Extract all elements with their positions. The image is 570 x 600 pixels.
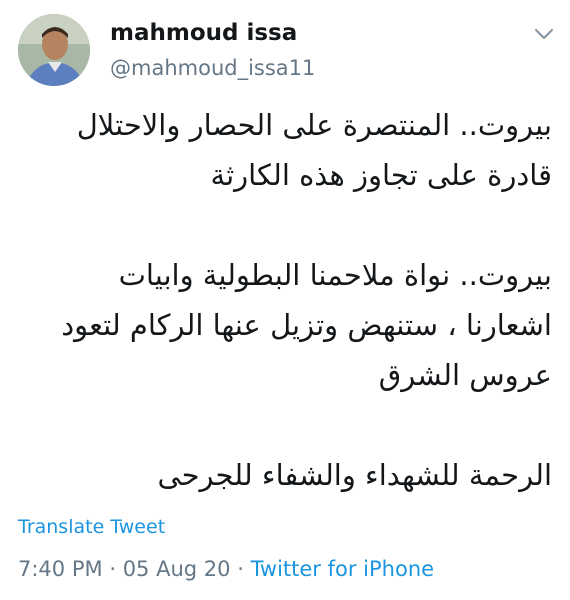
tweet-meta: 7:40 PM · 05 Aug 20 · Twitter for iPhone (18, 557, 434, 581)
tweet-line: بيروت.. المنتصرة على الحصار والاحتلال (76, 108, 552, 142)
avatar[interactable] (18, 14, 90, 86)
user-handle[interactable]: @mahmoud_issa11 (110, 56, 315, 80)
tweet-paragraph: بيروت.. نواة ملاحمنا البطولية وابيات اشع… (32, 250, 552, 400)
translate-tweet-link[interactable]: Translate Tweet (18, 516, 165, 538)
tweet-line: بيروت.. نواة ملاحمنا البطولية وابيات (118, 258, 552, 292)
tweet-source-link[interactable]: Twitter for iPhone (251, 557, 435, 581)
tweet-line: عروس الشرق (378, 358, 552, 392)
tweet-paragraph: بيروت.. المنتصرة على الحصار والاحتلال قا… (32, 100, 552, 200)
meta-separator: · (109, 557, 116, 581)
tweet-line: اشعارنا ، ستنهض وتزيل عنها الركام لتعود (61, 308, 552, 342)
tweet-card: mahmoud issa @mahmoud_issa11 بيروت.. الم… (0, 0, 570, 600)
avatar-photo (18, 14, 90, 86)
tweet-line: الرحمة للشهداء والشفاء للجرحى (157, 458, 552, 492)
meta-separator: · (237, 557, 244, 581)
tweet-paragraph: الرحمة للشهداء والشفاء للجرحى (32, 450, 552, 500)
tweet-line: قادرة على تجاوز هذه الكارثة (210, 158, 552, 192)
tweet-text: بيروت.. المنتصرة على الحصار والاحتلال قا… (32, 100, 552, 500)
tweet-date[interactable]: 05 Aug 20 (123, 557, 231, 581)
display-name[interactable]: mahmoud issa (110, 20, 297, 46)
chevron-down-icon[interactable] (532, 22, 556, 46)
tweet-time[interactable]: 7:40 PM (18, 557, 103, 581)
